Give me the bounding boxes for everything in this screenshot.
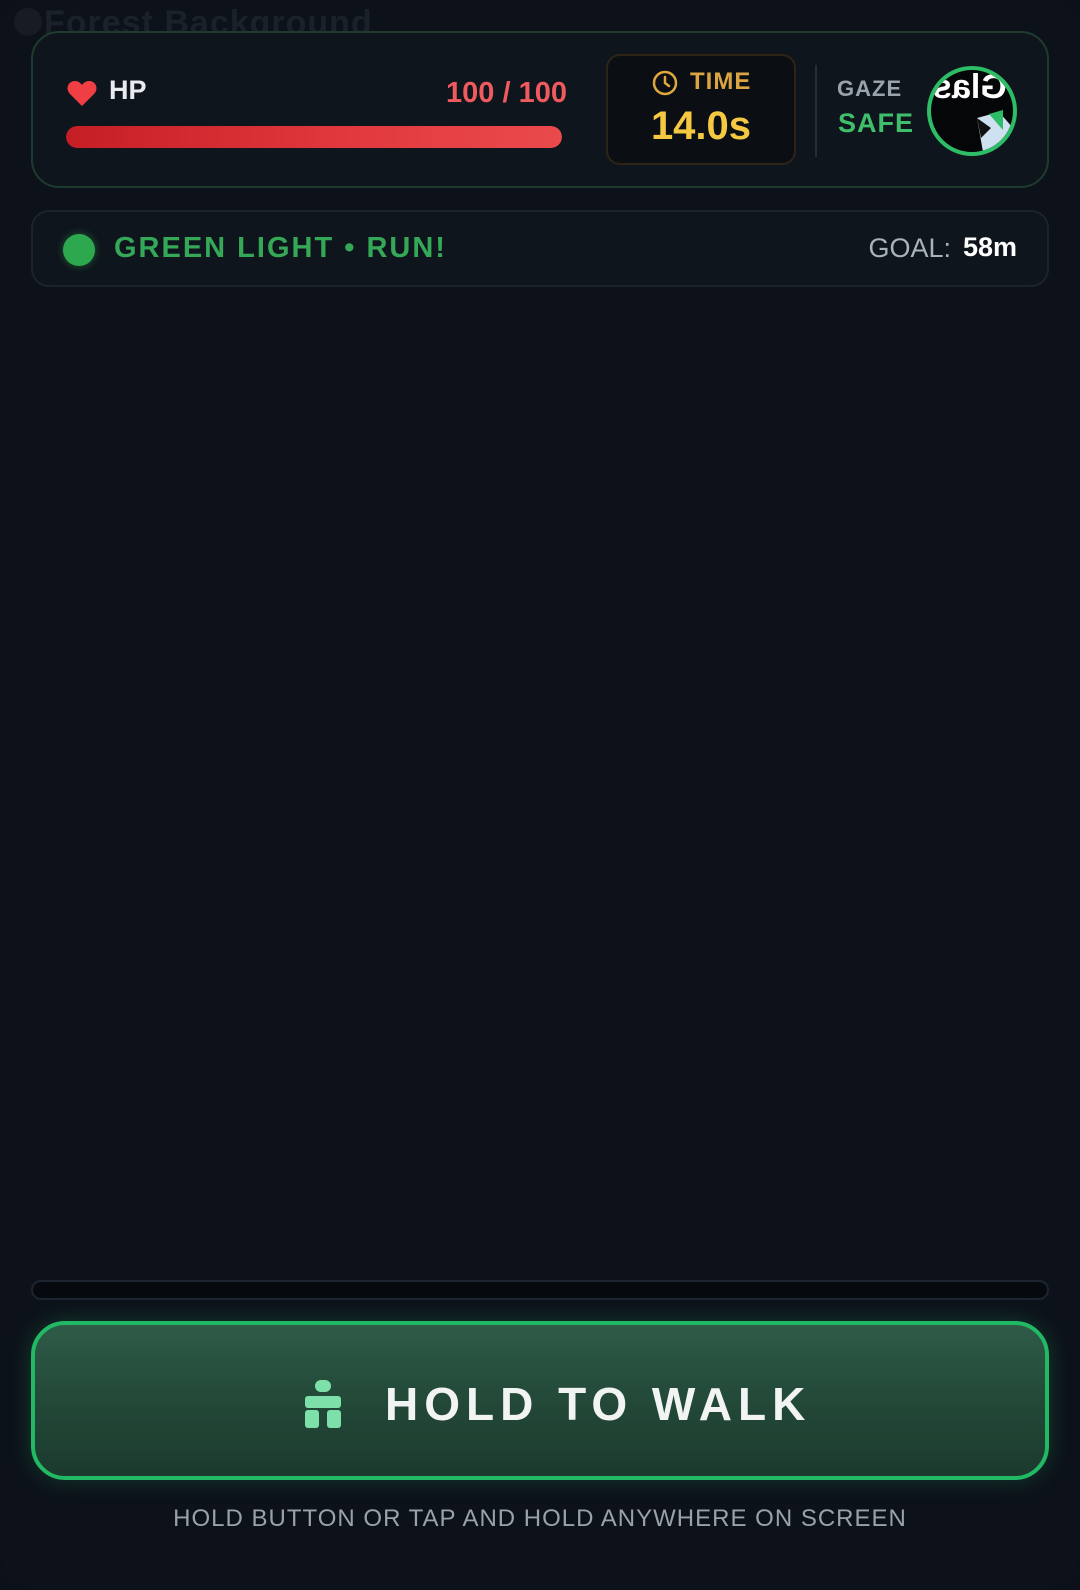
heart-icon (67, 81, 97, 106)
gaze-status: SAFE (838, 108, 915, 138)
light-status-bar: GREEN LIGHT • RUN! GOAL: 58m (31, 210, 1049, 287)
hold-to-walk-label: HOLD TO WALK (385, 1378, 812, 1430)
hp-value: 100 / 100 (446, 77, 567, 109)
background-icon (14, 8, 42, 36)
green-light-dot (63, 234, 95, 266)
light-status-text: GREEN LIGHT • RUN! (114, 232, 447, 264)
camera-text: Glas (933, 68, 1007, 106)
hp-label: HP (109, 75, 147, 105)
gaze-camera-preview: Glas (927, 66, 1017, 156)
hold-to-walk-button[interactable]: HOLD TO WALK (31, 1321, 1049, 1480)
game-screen[interactable]: Forest Background HP 100 / 100 TIME 14.0… (0, 0, 1080, 1590)
gaze-label: GAZE (837, 76, 903, 101)
clock-icon (652, 70, 678, 96)
goal-value: 58m (962, 232, 1017, 262)
time-panel: TIME 14.0s (606, 54, 796, 165)
time-label: TIME (690, 68, 752, 95)
walking-figure-icon (305, 1380, 341, 1428)
hp-bar-fill (66, 126, 562, 148)
hud-panel: HP 100 / 100 TIME 14.0s GAZE SAFE Glas (31, 31, 1049, 188)
goal-label: GOAL: (868, 233, 951, 263)
time-value: 14.0s (650, 104, 752, 148)
control-hint: HOLD BUTTON OR TAP AND HOLD ANYWHERE ON … (173, 1505, 907, 1532)
hp-bar (66, 126, 562, 148)
camera-shape (977, 110, 1013, 152)
hud-divider (815, 65, 817, 157)
distance-progress-bar (31, 1280, 1049, 1300)
